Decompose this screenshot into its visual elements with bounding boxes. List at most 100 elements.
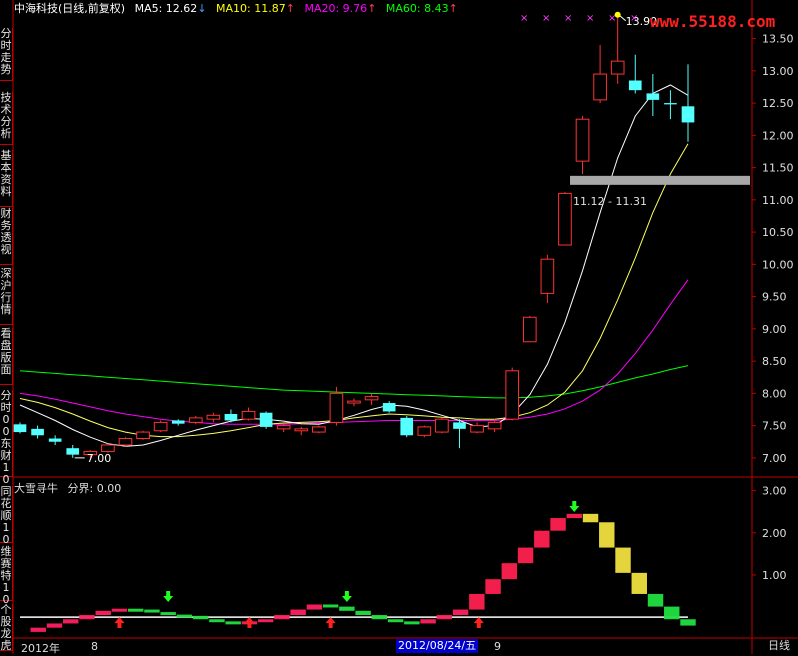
candle-body	[276, 425, 291, 430]
price-label: 13.00	[762, 65, 794, 78]
price-label: 10.50	[762, 226, 794, 239]
candle-body	[224, 414, 238, 421]
chart-canvas[interactable]: 13.50 13.00 12.50 12.00 11.50 11.00 10.50 10.00…	[0, 0, 798, 654]
candle-body	[540, 258, 555, 294]
ind-bar	[371, 615, 388, 620]
range-label: 11.12 - 11.31	[573, 195, 647, 208]
price-label: 9.50	[762, 291, 787, 304]
ind-bar	[420, 619, 436, 624]
up-arrow-icon	[244, 617, 255, 628]
candle-body	[470, 425, 484, 433]
candle-body	[188, 417, 203, 423]
ind-bar	[517, 547, 534, 564]
cursor-date: 2012/08/24/五	[396, 639, 479, 653]
ind-bar	[192, 615, 209, 620]
candle-body	[435, 418, 449, 433]
price-label: 8.50	[762, 355, 787, 368]
candle-body	[664, 103, 677, 105]
timeframe-button[interactable]: 日线	[768, 639, 790, 653]
candle-body	[610, 60, 625, 75]
signal-mark: ×	[520, 13, 528, 24]
price-label: 7.50	[762, 420, 787, 433]
chart-header: 中海科技(日线,前复权) MA5: 12.62↓ MA10: 11.87↑ MA…	[14, 0, 464, 15]
ind-bar	[322, 604, 339, 608]
candle-body	[417, 426, 432, 436]
price-label: 11.50	[762, 162, 794, 175]
ind-bar	[144, 609, 160, 613]
ind-bar	[452, 609, 469, 616]
ind-bar	[30, 627, 46, 632]
signal-mark: ×	[564, 13, 572, 24]
ind-bar	[79, 615, 95, 620]
ind-label: 3.00	[762, 485, 787, 498]
ma60-line	[19, 365, 689, 399]
price-axis: 13.50 13.00 12.50 12.00 11.50 11.00 10.50 10.00…	[752, 33, 794, 465]
candle-body	[681, 106, 695, 123]
candle-body	[593, 73, 607, 101]
down-arrow-icon	[163, 591, 174, 602]
up-arrow-icon	[325, 617, 336, 628]
candle-body	[259, 412, 273, 427]
candle-body	[66, 448, 80, 455]
up-arrow-icon	[114, 617, 125, 628]
candle-body	[646, 93, 660, 100]
price-label: 10.00	[762, 258, 794, 271]
ind-bar	[274, 615, 290, 620]
candle-body	[241, 410, 256, 420]
price-label: 7.00	[762, 452, 787, 465]
indicator-divider: 分界: 0.00	[67, 482, 122, 495]
candle-body	[487, 421, 502, 430]
price-label: 9.00	[762, 323, 787, 336]
ind-bar	[46, 623, 63, 628]
ind-bar	[436, 615, 453, 620]
candle-body	[628, 80, 642, 91]
ind-bar	[127, 608, 144, 612]
indicator-title: 大雪寻牛	[14, 482, 58, 495]
ind-bar	[176, 614, 193, 618]
down-arrow-icon	[341, 591, 352, 602]
price-label: 11.00	[762, 194, 794, 207]
ind-bar	[680, 619, 696, 626]
up-arrow-icon	[473, 617, 484, 628]
ind-bar	[550, 518, 566, 531]
ind-bar	[582, 513, 599, 523]
ma10-label: MA10: 11.87↑	[216, 2, 295, 15]
signal-mark: ×	[586, 13, 594, 24]
ind-bar	[485, 579, 501, 594]
candle-body	[347, 400, 361, 404]
stock-title: 中海科技(日线,前复权)	[14, 2, 126, 15]
candle-body	[382, 403, 396, 412]
indicator-header: 大雪寻牛 分界: 0.00	[14, 480, 121, 496]
ind-bar	[339, 606, 355, 611]
ind-bar	[387, 619, 404, 623]
ma5-label: MA5: 12.62↓	[134, 2, 207, 15]
candle-body	[505, 370, 520, 420]
candle-body	[136, 431, 150, 440]
ind-bar	[501, 563, 518, 580]
ind-bar	[664, 606, 680, 620]
ind-bar	[306, 604, 323, 610]
ma20-label: MA20: 9.76↑	[304, 2, 377, 15]
ind-label: 1.00	[762, 569, 787, 582]
candle-body	[400, 417, 414, 436]
ind-bar	[257, 619, 274, 623]
candle-body	[453, 422, 466, 429]
low-label: 7.00	[87, 452, 112, 465]
ind-bar	[111, 608, 128, 612]
ind-bar	[63, 619, 79, 624]
month-label-9: 9	[494, 640, 501, 653]
ind-bar	[290, 609, 306, 616]
ind-bar	[404, 621, 420, 625]
ind-bar	[599, 522, 615, 548]
ind-bar	[209, 619, 225, 623]
ind-bar	[160, 612, 176, 616]
candle-body	[31, 428, 44, 436]
candle-body	[575, 118, 590, 162]
ma60-label: MA60: 8.43↑	[385, 2, 458, 15]
candle-body	[101, 444, 115, 452]
ind-bar	[615, 547, 631, 573]
annotations: 13.907.0011.12 - 11.31× × × × × ×	[74, 11, 750, 465]
price-label: 12.50	[762, 97, 794, 110]
candlesticks	[13, 12, 695, 458]
ind-bar	[355, 610, 371, 616]
